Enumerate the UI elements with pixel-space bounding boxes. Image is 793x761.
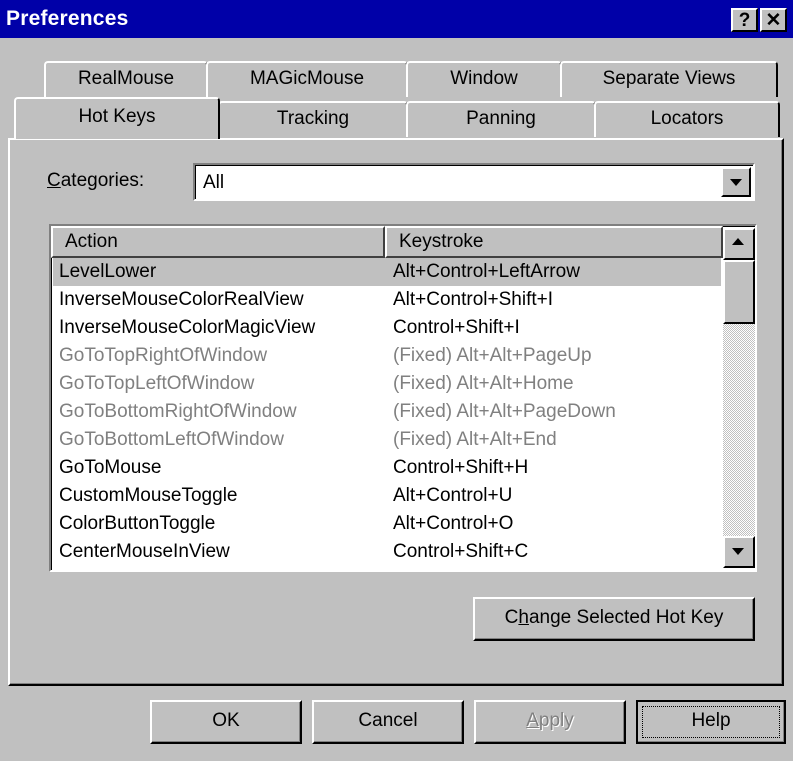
list-item[interactable]: CenterMouseInView Control+Shift+C (53, 538, 721, 566)
keystroke-cell: Control+Shift+C (393, 541, 529, 562)
keystroke-cell: (Fixed) Alt+Alt+PageDown (393, 401, 616, 422)
keystroke-cell: (Fixed) Alt+Alt+PageUp (393, 345, 592, 366)
categories-dropdown[interactable]: All (193, 163, 755, 201)
tab-label: Window (450, 68, 518, 89)
action-cell: GoToTopRightOfWindow (59, 345, 268, 366)
cancel-button[interactable]: Cancel (312, 700, 464, 744)
button-label: Apply (526, 710, 574, 731)
column-header-keystroke[interactable]: Keystroke (385, 226, 723, 258)
chevron-down-icon (730, 179, 742, 186)
list-item[interactable]: GoToBottomLeftOfWindow (Fixed) Alt+Alt+E… (53, 426, 721, 454)
column-header-label: Action (65, 231, 118, 252)
button-label: Cancel (358, 710, 418, 731)
focus-rect (642, 706, 780, 738)
tab-locators[interactable]: Locators (594, 101, 780, 137)
keystroke-cell: Alt+Control+Shift+I (393, 289, 554, 310)
button-label: OK (212, 710, 240, 731)
question-mark-icon: ? (738, 10, 751, 31)
keystroke-cell: Alt+Control+U (393, 485, 513, 506)
action-cell: InverseMouseColorRealView (59, 289, 304, 310)
column-header-label: Keystroke (399, 231, 484, 252)
close-button[interactable]: ✕ (760, 8, 787, 32)
scroll-up-button[interactable] (723, 228, 755, 260)
categories-label: Categories: (47, 170, 144, 192)
list-item[interactable]: GoToTopLeftOfWindow (Fixed) Alt+Alt+Home (53, 370, 721, 398)
scroll-down-button[interactable] (723, 536, 755, 568)
dropdown-button[interactable] (721, 167, 751, 197)
hotkeys-list[interactable]: Action Keystroke LevelLower Alt+Control+… (49, 224, 757, 572)
action-cell: CustomMouseToggle (59, 485, 238, 506)
keystroke-cell: Alt+Control+LeftArrow (393, 261, 580, 282)
arrow-up-icon (732, 238, 744, 245)
categories-label-text: ategories: (60, 170, 145, 191)
list-item[interactable]: InverseMouseColorRealView Alt+Control+Sh… (53, 286, 721, 314)
tab-label: Separate Views (602, 68, 736, 89)
apply-button[interactable]: Apply (474, 700, 626, 744)
tab-panning[interactable]: Panning (406, 101, 596, 137)
keystroke-cell: Control+Shift+H (393, 457, 529, 478)
action-cell: LevelLower (59, 261, 157, 282)
categories-value: All (203, 172, 225, 193)
keystroke-cell: (Fixed) Alt+Alt+End (393, 429, 557, 450)
tab-label: Tracking (276, 108, 350, 129)
action-cell: InverseMouseColorMagicView (59, 317, 316, 338)
action-cell: GoToBottomLeftOfWindow (59, 429, 284, 450)
list-item[interactable]: GoToTopRightOfWindow (Fixed) Alt+Alt+Pag… (53, 342, 721, 370)
keystroke-cell: Alt+Control+O (393, 513, 514, 534)
tab-label: Panning (466, 108, 536, 129)
list-item[interactable]: CustomMouseToggle Alt+Control+U (53, 482, 721, 510)
column-header-action[interactable]: Action (51, 226, 385, 258)
arrow-down-icon (732, 548, 744, 555)
window-title: Preferences (6, 7, 129, 30)
help-button[interactable]: Help (636, 700, 786, 744)
vertical-scrollbar[interactable] (723, 228, 755, 568)
action-cell: GoToMouse (59, 457, 162, 478)
list-item[interactable]: LevelLower Alt+Control+LeftArrow (53, 258, 721, 286)
action-cell: CenterMouseInView (59, 541, 230, 562)
tab-window[interactable]: Window (406, 61, 562, 97)
list-item[interactable]: ColorButtonToggle Alt+Control+O (53, 510, 721, 538)
tab-label: Hot Keys (78, 106, 156, 127)
action-cell: GoToBottomRightOfWindow (59, 401, 297, 422)
list-item[interactable]: InverseMouseColorMagicView Control+Shift… (53, 314, 721, 342)
change-hot-key-button[interactable]: Change Selected Hot Key (473, 597, 755, 641)
list-item[interactable]: GoToBottomRightOfWindow (Fixed) Alt+Alt+… (53, 398, 721, 426)
tab-magicmouse[interactable]: MAGicMouse (206, 61, 408, 97)
title-bar: Preferences ? ✕ (0, 0, 793, 38)
action-cell: ColorButtonToggle (59, 513, 216, 534)
scroll-thumb[interactable] (723, 260, 755, 324)
tab-hot-keys[interactable]: Hot Keys (14, 97, 220, 139)
ok-button[interactable]: OK (150, 700, 302, 744)
action-cell: GoToTopLeftOfWindow (59, 373, 255, 394)
help-title-button[interactable]: ? (731, 8, 758, 32)
tab-label: MAGicMouse (249, 68, 365, 89)
keystroke-cell: (Fixed) Alt+Alt+Home (393, 373, 574, 394)
list-item[interactable]: GoToMouse Control+Shift+H (53, 454, 721, 482)
tab-realmouse[interactable]: RealMouse (44, 61, 208, 97)
tab-tracking[interactable]: Tracking (218, 101, 408, 137)
tab-separate-views[interactable]: Separate Views (560, 61, 778, 97)
tab-label: Locators (650, 108, 724, 129)
button-label: Change Selected Hot Key (504, 607, 724, 628)
categories-mnemonic: C (47, 170, 61, 191)
close-icon: ✕ (765, 10, 782, 31)
keystroke-cell: Control+Shift+I (393, 317, 520, 338)
tab-label: RealMouse (77, 68, 175, 89)
